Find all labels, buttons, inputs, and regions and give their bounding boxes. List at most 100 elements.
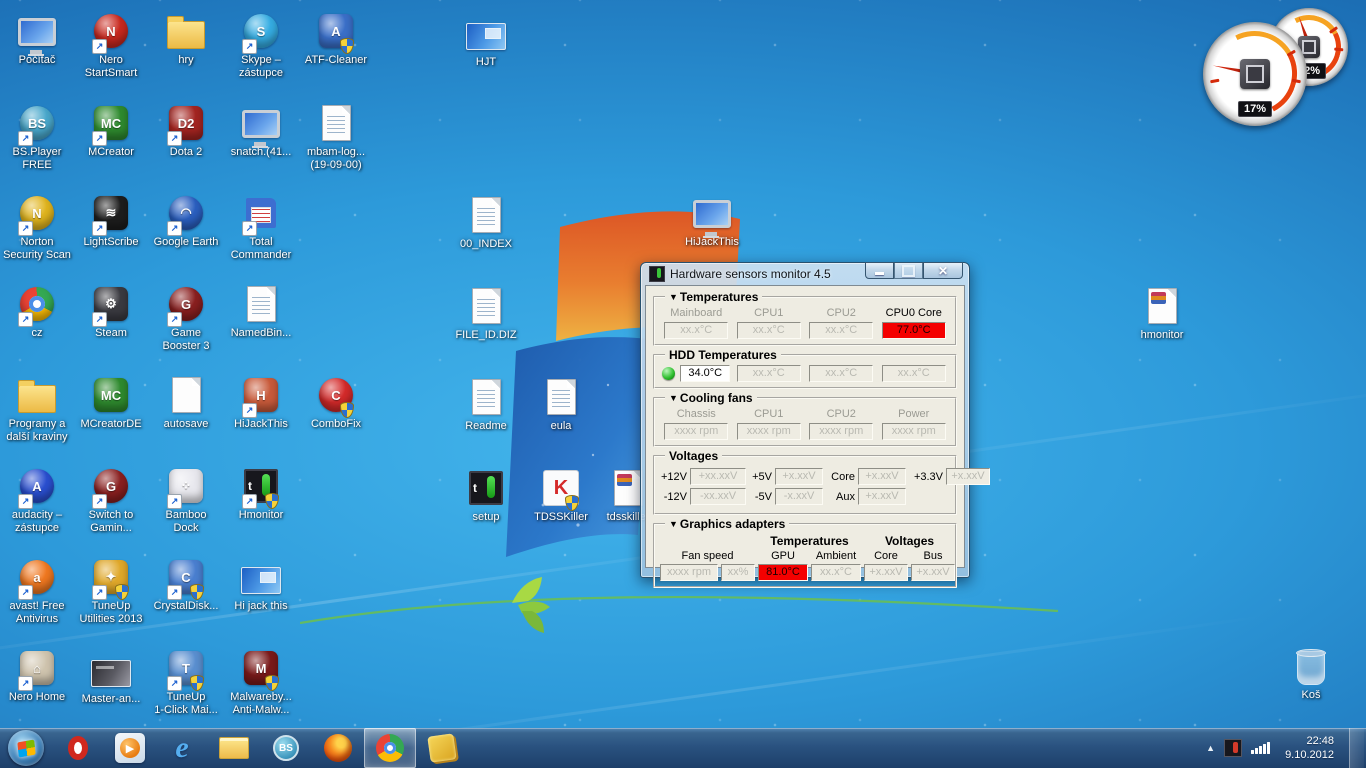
desktop-icon-hmonitor-app[interactable]: t ↗ Hmonitor [213, 465, 309, 522]
icon-art: ↗ [17, 374, 57, 416]
desktop-icon-total-commander[interactable]: ↗ Total Commander [213, 192, 309, 262]
shortcut-arrow-icon: ↗ [167, 676, 182, 691]
desktop-icon-namedbin[interactable]: ↗ NamedBin... [213, 283, 309, 340]
desktop-icon-hijackthis-installer[interactable]: ↗ HiJackThis [664, 192, 760, 249]
icon-art: ↗ [1291, 645, 1331, 687]
shortcut-arrow-icon: ↗ [92, 39, 107, 54]
temperatures-header[interactable]: ▼Temperatures [665, 290, 762, 304]
desktop-icon-hmonitor-archive[interactable]: ↗ hmonitor [1114, 285, 1210, 342]
taskbar-items [0, 728, 468, 768]
icon-art: ↗ [241, 556, 281, 598]
hdd-temperatures-group: HDD Temperatures 34.0°C xx.x°C xx.x°C xx… [653, 354, 957, 389]
desktop-icon-mbam-log[interactable]: ↗ mbam-log... (19-09-00) [288, 102, 384, 172]
desktop-icon-hjt[interactable]: ↗ HJT [438, 12, 534, 69]
shortcut-arrow-icon: ↗ [92, 585, 107, 600]
icon-art: ↗ [466, 194, 506, 236]
show-desktop-button[interactable] [1349, 728, 1364, 768]
icon-art: ↗ [541, 376, 581, 418]
cpu2-temp-value: xx.x°C [809, 322, 873, 339]
minimize-icon [875, 272, 884, 275]
maximize-button[interactable] [894, 262, 923, 279]
icon-glyph [1291, 645, 1331, 687]
cpu-meter-gadget[interactable]: 17% [1203, 22, 1307, 126]
mainboard-temp-value: xx.x°C [664, 322, 728, 339]
taskbar-chrome[interactable] [364, 728, 416, 768]
taskbar-item-icon [375, 733, 405, 763]
icon-glyph [166, 374, 206, 416]
desktop-icon-hi-jack-this[interactable]: ↗ Hi jack this [213, 556, 309, 613]
icon-art: A ↗ [17, 465, 57, 507]
hdd2-temp-value: xx.x°C [737, 365, 801, 382]
app-chip-icon [649, 266, 665, 282]
system-tray: ▲ 22:48 9.10.2012 [1206, 728, 1366, 768]
gpu-temp-value: 81.0°C [758, 564, 808, 581]
icon-art: N ↗ [91, 10, 131, 52]
taskbar-windows-explorer[interactable] [208, 728, 260, 768]
gfx-voltages-header: Voltages [864, 534, 955, 548]
icon-art: ↗ [466, 12, 506, 54]
desktop-icon-atf-cleaner[interactable]: A ↗ ATF-Cleaner [288, 10, 384, 67]
icon-art: ⚙ ↗ [91, 283, 131, 325]
col-cpu2: CPU2 [805, 307, 878, 319]
title-bar[interactable]: Hardware sensors monitor 4.5 ✕ [645, 263, 965, 285]
close-button[interactable]: ✕ [923, 262, 963, 279]
desktop-icon-eula[interactable]: ↗ eula [513, 376, 609, 433]
cpu-percent: 17% [1238, 101, 1272, 117]
icon-art: G ↗ [91, 465, 131, 507]
taskbar-tuneup[interactable] [416, 728, 468, 768]
shortcut-arrow-icon: ↗ [18, 312, 33, 327]
graphics-adapters-header[interactable]: ▼Graphics adapters [665, 517, 789, 531]
desktop-icon-malwarebytes[interactable]: M ↗ Malwareby... Anti-Malw... [213, 647, 309, 717]
icon-label: Hi jack this [213, 600, 309, 613]
shortcut-arrow-icon: ↗ [167, 221, 182, 236]
icon-label: HiJackThis [664, 236, 760, 249]
label-plus5v: +5V [750, 471, 775, 483]
icon-art: A ↗ [316, 10, 356, 52]
desktop-icon-combofix[interactable]: C ↗ ComboFix [288, 374, 384, 431]
icon-glyph [241, 283, 281, 325]
taskbar-bsplayer[interactable] [260, 728, 312, 768]
taskbar-item-icon [8, 730, 44, 766]
desktop-icon-kos[interactable]: ↗ Koš [1263, 645, 1359, 702]
minimize-button[interactable] [865, 262, 894, 279]
cooling-fans-header[interactable]: ▼Cooling fans [665, 391, 757, 405]
col-mainboard: Mainboard [660, 307, 733, 319]
hmonitor-tray-icon[interactable] [1224, 739, 1242, 757]
tray-date: 9.10.2012 [1285, 748, 1334, 762]
show-hidden-icons-button[interactable]: ▲ [1206, 743, 1215, 753]
icon-label: NamedBin... [213, 327, 309, 340]
window-title: Hardware sensors monitor 4.5 [670, 267, 831, 281]
tray-clock[interactable]: 22:48 9.10.2012 [1279, 734, 1340, 762]
shortcut-arrow-icon: ↗ [92, 494, 107, 509]
icon-art: a ↗ [17, 556, 57, 598]
network-signal-icon[interactable] [1251, 742, 1270, 754]
icon-art: MC ↗ [91, 374, 131, 416]
icon-art: t ↗ [241, 465, 281, 507]
taskbar-internet-explorer[interactable] [156, 728, 208, 768]
desktop-icon-file-id-diz[interactable]: ↗ FILE_ID.DIZ [438, 285, 534, 342]
taskbar-windows-media-player[interactable] [104, 728, 156, 768]
taskbar-firefox[interactable] [312, 728, 364, 768]
icon-glyph [241, 556, 281, 598]
taskbar-opera[interactable] [52, 728, 104, 768]
desktop-icon-00-index[interactable]: ↗ 00_INDEX [438, 194, 534, 251]
tray-time: 22:48 [1285, 734, 1334, 748]
desktop-screen: ↗ Počítač N ↗ Nero StartSmart ↗ hry [0, 0, 1366, 768]
graphics-adapters-group: ▼Graphics adapters Temperatures Voltages… [653, 523, 957, 588]
icon-art: S ↗ [241, 10, 281, 52]
col-cpu0-core: CPU0 Core [878, 307, 951, 319]
cooling-fans-group: ▼Cooling fans Chassis CPU1 CPU2 Power xx… [653, 397, 957, 447]
icon-label: 00_INDEX [438, 238, 534, 251]
icon-label: HJT [438, 56, 534, 69]
icon-art: C ↗ [166, 556, 206, 598]
shortcut-arrow-icon: ↗ [18, 494, 33, 509]
col-cpu1: CPU1 [733, 307, 806, 319]
icon-art: D2 ↗ [166, 102, 206, 144]
icon-glyph [466, 12, 506, 54]
icon-glyph [466, 376, 506, 418]
icon-art: ↗ [316, 102, 356, 144]
taskbar-start-button[interactable] [0, 728, 52, 768]
icon-label: hmonitor [1114, 329, 1210, 342]
hardware-sensors-monitor-window: Hardware sensors monitor 4.5 ✕ ▼Temperat… [640, 262, 970, 578]
label-aux: Aux [827, 491, 858, 503]
